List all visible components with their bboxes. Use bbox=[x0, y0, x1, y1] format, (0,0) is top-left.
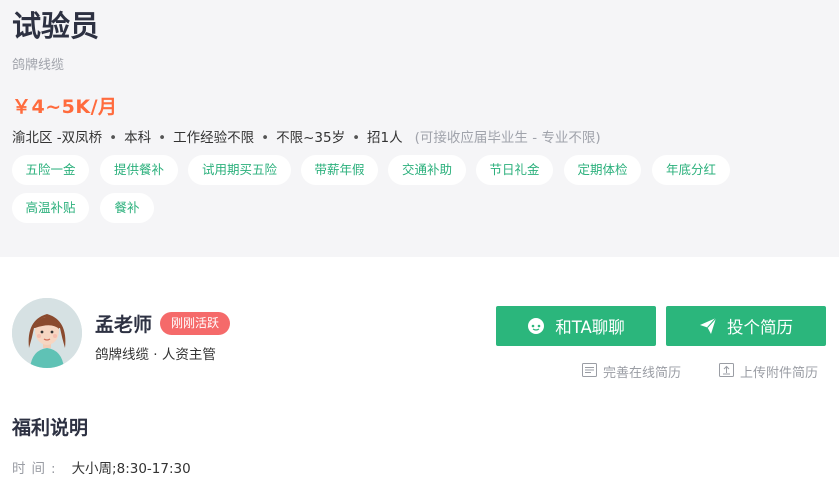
job-education: 本科 bbox=[124, 130, 152, 146]
upload-attachment-label: 上传附件简历 bbox=[740, 366, 819, 381]
benefit-tag: 提供餐补 bbox=[100, 155, 178, 185]
complete-resume-label: 完善在线简历 bbox=[603, 366, 682, 381]
recruiter-name: 孟老师 bbox=[95, 314, 153, 336]
recruiter-role: 鸽牌线缆 · 人资主管 bbox=[95, 347, 216, 363]
benefit-tag: 五险一金 bbox=[12, 155, 89, 185]
benefit-tag: 定期体检 bbox=[564, 155, 641, 185]
job-header: 试验员 鸽牌线缆 ￥4~5K/月 渝北区 -双凤桥 • 本科 • 工作经验不限 • 不限~3… bbox=[0, 0, 839, 257]
upload-attachment-link[interactable]: 上传附件简历 bbox=[719, 362, 818, 381]
meta-separator: • bbox=[158, 130, 167, 146]
work-time-row: 时间: 大小周;8:30-17:30 bbox=[12, 457, 191, 477]
job-requirement-note: (可接收应届毕业生 - 专业不限) bbox=[414, 130, 601, 146]
meta-separator: • bbox=[109, 130, 118, 146]
job-location: 渝北区 -双凤桥 bbox=[12, 130, 103, 146]
avatar-illustration bbox=[12, 298, 82, 368]
benefit-tag: 带薪年假 bbox=[301, 155, 378, 185]
work-time-label: 时间: bbox=[12, 461, 62, 477]
benefit-tag: 高温补贴 bbox=[12, 193, 89, 223]
status-badge: 刚刚活跃 bbox=[160, 312, 231, 335]
apply-button[interactable]: 投个简历 bbox=[666, 306, 826, 346]
job-title: 试验员 bbox=[12, 9, 100, 43]
benefits-section-title: 福利说明 bbox=[12, 417, 89, 439]
job-experience: 工作经验不限 bbox=[173, 130, 255, 146]
chat-bubble-icon bbox=[527, 317, 545, 335]
benefit-tag: 年底分红 bbox=[652, 155, 730, 185]
job-headcount: 招1人 bbox=[367, 130, 403, 146]
job-age: 不限~35岁 bbox=[276, 130, 346, 146]
salary: ￥4~5K/月 bbox=[12, 96, 118, 118]
chat-button-label: 和TA聊聊 bbox=[555, 318, 625, 337]
job-meta: 渝北区 -双凤桥 • 本科 • 工作经验不限 • 不限~35岁 • 招1人 (可接收应届毕业生 -… bbox=[12, 126, 601, 146]
benefit-tag: 试用期买五险 bbox=[188, 155, 291, 185]
meta-separator: • bbox=[352, 130, 361, 146]
upload-icon bbox=[719, 362, 734, 381]
benefit-tag: 交通补助 bbox=[388, 155, 466, 185]
recruiter-avatar bbox=[12, 298, 82, 368]
meta-separator: • bbox=[261, 130, 270, 146]
benefit-tag: 节日礼金 bbox=[476, 155, 553, 185]
benefit-tag: 餐补 bbox=[100, 193, 154, 223]
apply-button-label: 投个简历 bbox=[727, 318, 793, 337]
document-icon bbox=[582, 362, 597, 381]
chat-button[interactable]: 和TA聊聊 bbox=[496, 306, 656, 346]
paper-plane-icon bbox=[699, 317, 717, 335]
complete-resume-link[interactable]: 完善在线简历 bbox=[582, 362, 681, 381]
work-time-value: 大小周;8:30-17:30 bbox=[71, 461, 191, 477]
company-name[interactable]: 鸽牌线缆 bbox=[12, 54, 64, 73]
